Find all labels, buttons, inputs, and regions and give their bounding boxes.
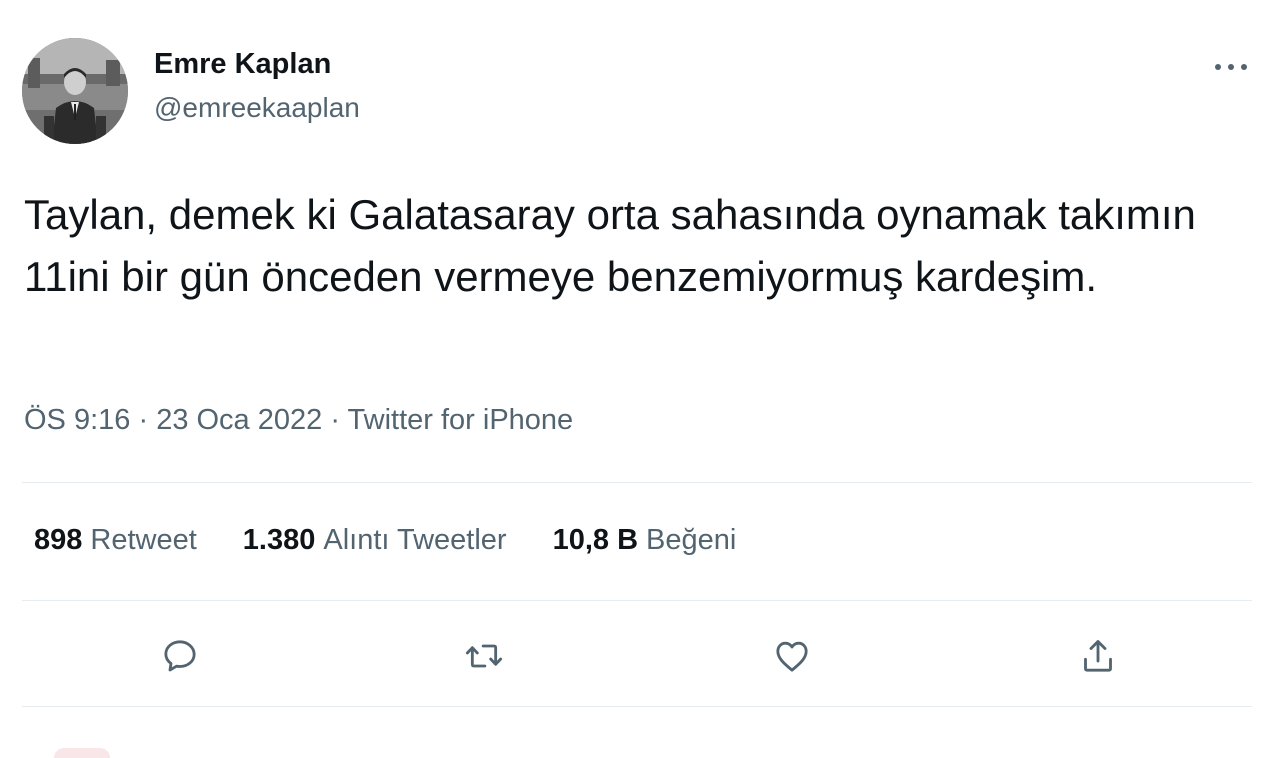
next-item-preview <box>54 748 110 758</box>
more-horizontal-icon <box>1215 64 1247 70</box>
quotes-count: 1.380 <box>242 524 316 556</box>
divider <box>22 482 1252 483</box>
divider <box>22 706 1252 707</box>
share-button[interactable] <box>1074 632 1122 680</box>
retweet-button[interactable] <box>460 632 508 680</box>
tweet-meta: ÖS 9:16 · 23 Oca 2022 · Twitter for iPho… <box>24 404 573 437</box>
retweets-count: 898 <box>34 524 83 556</box>
reply-button[interactable] <box>156 632 204 680</box>
author-display-name[interactable]: Emre Kaplan <box>154 48 331 81</box>
tweet-time[interactable]: ÖS 9:16 <box>24 404 130 436</box>
heart-icon <box>776 641 808 672</box>
tweet-stats: 898 Retweet 1.380 Alıntı Tweetler 10,8 B Be… <box>34 524 782 557</box>
profile-photo-icon <box>22 38 128 144</box>
meta-separator: · <box>322 404 348 436</box>
more-options-button[interactable] <box>1208 54 1254 80</box>
retweet-icon <box>465 644 503 668</box>
comment-icon <box>164 640 196 672</box>
divider <box>22 600 1252 601</box>
likes-stat[interactable]: 10,8 B Beğeni <box>553 524 737 557</box>
avatar[interactable] <box>22 38 128 144</box>
tweet-card: Emre Kaplan @emreekaaplan Taylan, demek … <box>0 0 1280 758</box>
tweet-source[interactable]: Twitter for iPhone <box>348 404 574 436</box>
like-button[interactable] <box>768 632 816 680</box>
tweet-text: Taylan, demek ki Galatasaray orta sahası… <box>24 191 1196 300</box>
tweet-actions <box>0 632 1280 680</box>
share-icon <box>1084 640 1112 672</box>
author-handle[interactable]: @emreekaaplan <box>154 92 360 124</box>
quotes-stat[interactable]: 1.380 Alıntı Tweetler <box>243 524 507 557</box>
retweets-stat[interactable]: 898 Retweet <box>34 524 197 557</box>
likes-count: 10,8 B <box>552 524 639 556</box>
quotes-label: Alıntı Tweetler <box>323 524 507 556</box>
meta-separator: · <box>130 404 157 436</box>
retweets-label: Retweet <box>90 524 197 556</box>
likes-label: Beğeni <box>646 524 737 556</box>
tweet-date[interactable]: 23 Oca 2022 <box>156 404 322 436</box>
